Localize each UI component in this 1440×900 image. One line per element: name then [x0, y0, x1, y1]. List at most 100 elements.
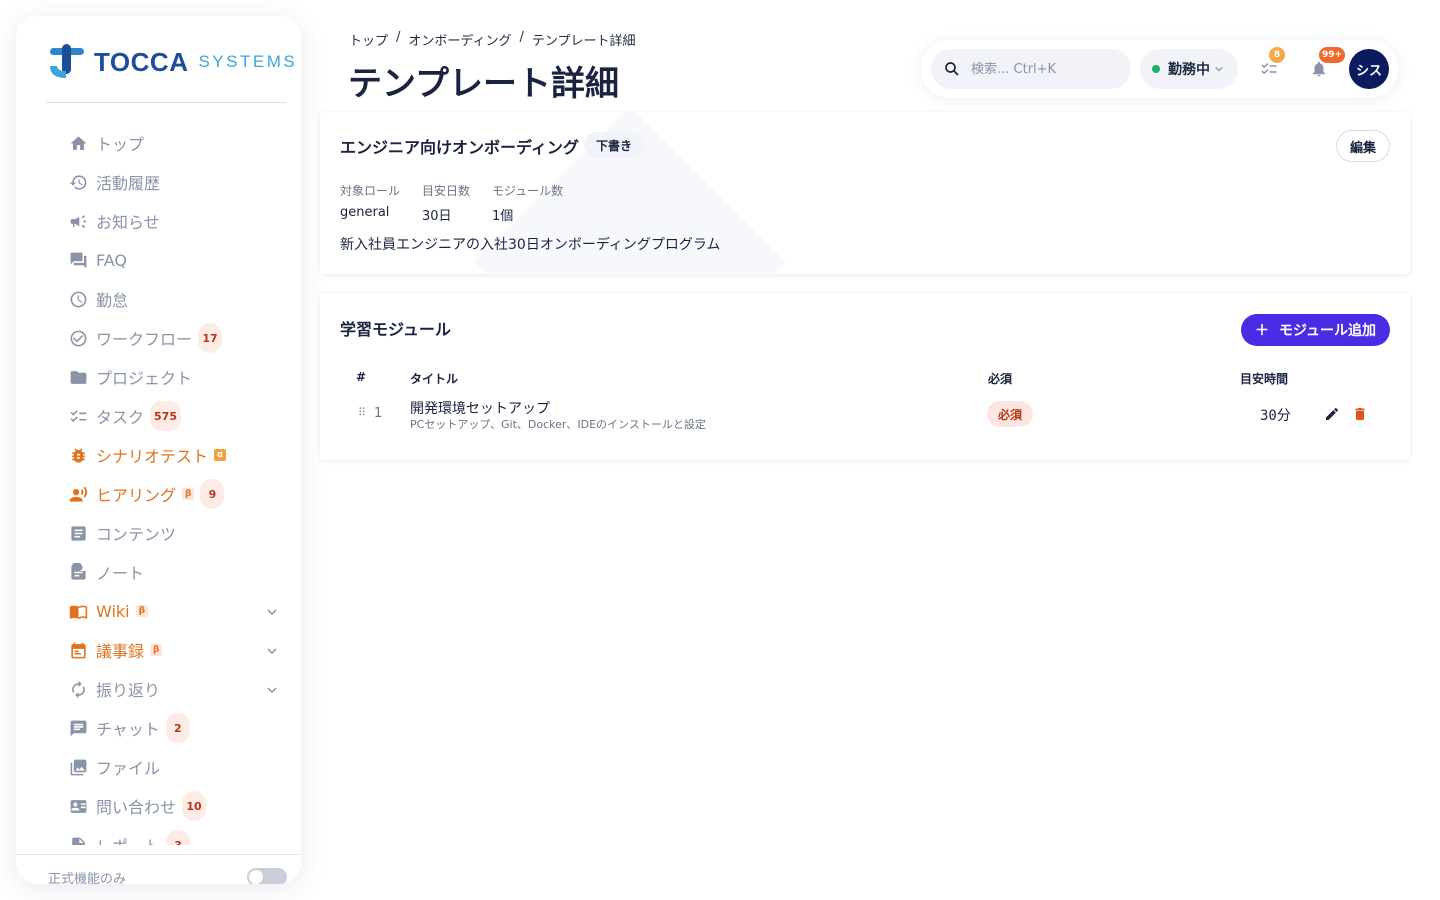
sidebar-footer: 正式機能のみ [16, 854, 301, 884]
sidebar-item-label: 問い合わせ [96, 798, 177, 817]
meta-module-count: モジュール数 1個 [492, 182, 563, 224]
sidebar-item-wiki[interactable]: Wiki β [48, 594, 278, 628]
search-input[interactable] [971, 61, 1121, 77]
sidebar-item-top[interactable]: トップ [48, 126, 278, 160]
sidebar-item-attendance[interactable]: 勤怠 [48, 282, 278, 316]
trash-icon[interactable] [1352, 406, 1368, 422]
notification-button[interactable]: 99+ [1307, 47, 1346, 81]
megaphone-icon [64, 211, 92, 231]
chevron-down-icon [1215, 66, 1223, 72]
sidebar-item-label: タスク [96, 408, 145, 427]
brand-name: TOCCA [94, 46, 189, 77]
sidebar-item-retrospective[interactable]: 振り返り [48, 672, 278, 706]
meta-days: 目安日数 30日 [422, 182, 470, 224]
breadcrumb: トップ / オンボーディング / テンプレート詳細 [349, 30, 636, 49]
edit-button[interactable]: 編集 [1336, 130, 1390, 162]
clock-icon [64, 289, 92, 309]
sidebar-item-label: コンテンツ [96, 525, 177, 544]
template-description: 新入社員エンジニアの入社30日オンボーディングプログラム [340, 237, 721, 253]
search-icon [945, 62, 959, 76]
column-header-time: 目安時間 [1240, 372, 1289, 386]
sidebar-item-label: お知らせ [96, 213, 160, 232]
history-icon [64, 172, 92, 192]
folder-icon [64, 367, 92, 387]
task-list-button[interactable]: 8 [1257, 47, 1285, 81]
table-row[interactable]: ⠿ 1 開発環境セットアップ PCセットアップ、Git、Docker、IDEのイ… [340, 394, 1390, 434]
sidebar-item-files[interactable]: ファイル [48, 750, 278, 784]
chevron-down-icon[interactable] [266, 684, 278, 696]
module-description: PCセットアップ、Git、Docker、IDEのインストールと設定 [410, 418, 706, 431]
beta-tag: β [150, 644, 163, 656]
sidebar-item-faq[interactable]: FAQ [48, 243, 278, 277]
contact-card-icon [64, 796, 92, 816]
sidebar-item-task[interactable]: タスク 575 [48, 399, 278, 433]
sidebar-item-news[interactable]: お知らせ [48, 204, 278, 238]
breadcrumb-item-current: テンプレート詳細 [531, 34, 636, 49]
refresh-icon [64, 679, 92, 699]
sidebar: TOCCA SYSTEMS トップ 活動履歴 お知らせ FAQ 勤怠 ワークフロ… [16, 16, 301, 884]
row-number: 1 [374, 406, 383, 421]
note-icon [64, 562, 92, 582]
modules-title: 学習モジュール [340, 320, 451, 339]
add-module-button[interactable]: ＋ モジュール追加 [1240, 314, 1390, 346]
count-badge: 17 [198, 323, 223, 353]
image-icon [64, 757, 92, 777]
sidebar-item-label: ヒアリング [96, 486, 177, 505]
book-icon [64, 601, 92, 621]
column-header-number: # [356, 370, 367, 384]
sidebar-item-label: 振り返り [96, 681, 161, 700]
meta-value: 1個 [492, 209, 514, 224]
search-box[interactable] [931, 49, 1131, 89]
sidebar-item-report[interactable]: レポート 3 [48, 828, 278, 845]
required-badge: 必須 [987, 401, 1034, 427]
module-title: 開発環境セットアップ [410, 401, 550, 417]
meta-value: 30日 [422, 209, 452, 224]
breadcrumb-item-onboarding[interactable]: オンボーディング [408, 30, 511, 49]
official-only-toggle[interactable] [247, 868, 287, 884]
sidebar-item-inquiry[interactable]: 問い合わせ 10 [48, 789, 278, 823]
header-bar: 勤務中 8 99+ シス [921, 40, 1398, 98]
sidebar-item-content[interactable]: コンテンツ [48, 516, 278, 550]
drag-handle-icon[interactable]: ⠿ [358, 406, 366, 419]
sidebar-item-note[interactable]: ノート [48, 555, 278, 589]
meta-target-role: 対象ロール general [340, 182, 400, 220]
sidebar-item-activity[interactable]: 活動履歴 [48, 165, 278, 199]
sidebar-item-label: プロジェクト [96, 369, 193, 388]
calendar-icon [64, 640, 92, 660]
sidebar-item-label: 勤怠 [96, 291, 129, 310]
chevron-down-icon[interactable] [266, 645, 278, 657]
sidebar-item-scenario-test[interactable]: シナリオテスト α [48, 438, 278, 472]
sidebar-item-hearing[interactable]: ヒアリング β 9 [48, 477, 278, 511]
modules-card: 学習モジュール ＋ モジュール追加 # タイトル 必須 目安時間 ⠿ 1 開発環… [320, 294, 1410, 460]
sidebar-item-label: チャット [96, 720, 160, 739]
work-status-dropdown[interactable]: 勤務中 [1140, 49, 1238, 89]
sidebar-item-label: レポート [96, 833, 160, 845]
task-badge: 8 [1269, 47, 1285, 63]
count-badge: 9 [200, 479, 225, 509]
checklist-icon [64, 406, 92, 426]
avatar[interactable]: シス [1349, 49, 1389, 89]
report-icon [64, 835, 92, 845]
check-circle-icon [64, 328, 92, 348]
module-time: 30分 [1260, 408, 1291, 424]
sidebar-item-chat[interactable]: チャット 2 [48, 711, 278, 745]
chat-icon [64, 718, 92, 738]
sidebar-item-minutes[interactable]: 議事録 β [48, 633, 278, 667]
count-badge: 575 [150, 401, 181, 431]
official-only-label: 正式機能のみ [48, 872, 127, 884]
sidebar-item-workflow[interactable]: ワークフロー 17 [48, 321, 278, 355]
sidebar-item-project[interactable]: プロジェクト [48, 360, 278, 394]
chevron-down-icon[interactable] [266, 606, 278, 618]
home-icon [64, 133, 92, 153]
sidebar-nav: トップ 活動履歴 お知らせ FAQ 勤怠 ワークフロー 17 プロジェクト タス… [16, 123, 301, 845]
plus-icon: ＋ [1254, 323, 1269, 339]
page-title: テンプレート詳細 [348, 64, 619, 104]
sidebar-item-label: 議事録 [96, 642, 145, 661]
brand-logo[interactable]: TOCCA SYSTEMS [48, 44, 297, 80]
breadcrumb-item-top[interactable]: トップ [349, 30, 388, 49]
pencil-icon[interactable] [1324, 406, 1340, 422]
status-badge: 下書き [584, 132, 645, 158]
beta-tag: β [182, 488, 195, 500]
sidebar-item-label: Wiki [96, 601, 130, 621]
sidebar-item-label: ワークフロー [96, 330, 193, 349]
